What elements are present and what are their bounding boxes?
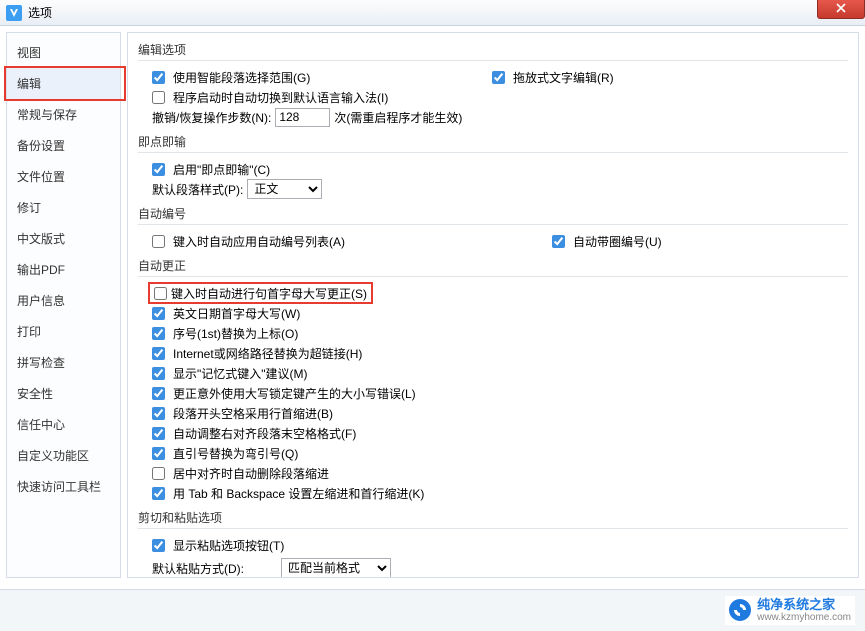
watermark-url: www.kzmyhome.com bbox=[757, 612, 851, 623]
sidebar-item-cjk[interactable]: 中文版式 bbox=[7, 223, 120, 254]
lbl-internet: Internet或网络路径替换为超链接(H) bbox=[173, 345, 362, 362]
lbl-drag-edit: 拖放式文字编辑(R) bbox=[513, 69, 614, 86]
group-edit-title: 编辑选项 bbox=[138, 41, 848, 61]
lbl-paste-btn: 显示粘贴选项按钮(T) bbox=[173, 537, 284, 554]
lbl-para-style: 默认段落样式(P): bbox=[152, 181, 243, 198]
group-paste-title: 剪切和粘贴选项 bbox=[138, 509, 848, 529]
sel-default-paste[interactable]: 匹配当前格式 bbox=[281, 558, 391, 578]
sidebar-item-revision[interactable]: 修订 bbox=[7, 192, 120, 223]
sidebar-item-spell[interactable]: 拼写检查 bbox=[7, 347, 120, 378]
lbl-center-del: 居中对齐时自动删除段落缩进 bbox=[173, 465, 329, 482]
sidebar-item-print[interactable]: 打印 bbox=[7, 316, 120, 347]
lbl-tab-bs: 用 Tab 和 Backspace 设置左缩进和首行缩进(K) bbox=[173, 485, 424, 502]
chk-auto-adjust[interactable] bbox=[152, 427, 165, 440]
lbl-undo-suffix: 次(需重启程序才能生效) bbox=[334, 109, 462, 126]
lbl-eng-date: 英文日期首字母大写(W) bbox=[173, 305, 300, 322]
titlebar: 选项 bbox=[0, 0, 865, 26]
watermark-logo-icon bbox=[729, 599, 751, 621]
lbl-undo: 撤销/恢复操作步数(N): bbox=[152, 109, 271, 126]
lbl-cap-first: 键入时自动进行句首字母大写更正(S) bbox=[171, 285, 367, 302]
chk-para-indent[interactable] bbox=[152, 407, 165, 420]
window-title: 选项 bbox=[28, 4, 52, 21]
lbl-capslock: 更正意外使用大写锁定键产生的大小写错误(L) bbox=[173, 385, 416, 402]
chk-cap-first[interactable] bbox=[154, 287, 167, 300]
lbl-circle-num: 自动带圈编号(U) bbox=[573, 233, 662, 250]
sidebar-item-trust[interactable]: 信任中心 bbox=[7, 409, 120, 440]
lbl-quotes: 直引号替换为弯引号(Q) bbox=[173, 445, 298, 462]
sidebar-item-ribbon[interactable]: 自定义功能区 bbox=[7, 440, 120, 471]
chk-center-del[interactable] bbox=[152, 467, 165, 480]
chk-tab-bs[interactable] bbox=[152, 487, 165, 500]
content-panel: 编辑选项 使用智能段落选择范围(G) 拖放式文字编辑(R) 程序启动时自动切换到… bbox=[127, 32, 859, 578]
sidebar-item-fileloc[interactable]: 文件位置 bbox=[7, 161, 120, 192]
lbl-default-paste: 默认粘贴方式(D): bbox=[152, 560, 277, 577]
lbl-para-indent: 段落开头空格采用行首缩进(B) bbox=[173, 405, 333, 422]
sidebar-item-backup[interactable]: 备份设置 bbox=[7, 130, 120, 161]
sidebar-item-user[interactable]: 用户信息 bbox=[7, 285, 120, 316]
lbl-smart-para: 使用智能段落选择范围(G) bbox=[173, 69, 310, 86]
chk-smart-para[interactable] bbox=[152, 71, 165, 84]
lbl-auto-adjust: 自动调整右对齐段落末空格格式(F) bbox=[173, 425, 356, 442]
chk-drag-edit[interactable] bbox=[492, 71, 505, 84]
sidebar: 视图 编辑 常规与保存 备份设置 文件位置 修订 中文版式 输出PDF 用户信息… bbox=[6, 32, 121, 578]
watermark: 纯净系统之家 www.kzmyhome.com bbox=[725, 596, 855, 625]
chk-circle-num[interactable] bbox=[552, 235, 565, 248]
main-area: 视图 编辑 常规与保存 备份设置 文件位置 修订 中文版式 输出PDF 用户信息… bbox=[0, 26, 865, 584]
app-icon bbox=[6, 5, 22, 21]
sidebar-item-qat[interactable]: 快速访问工具栏 bbox=[7, 471, 120, 502]
close-button[interactable] bbox=[817, 0, 865, 19]
lbl-memory: 显示"记忆式键入"建议(M) bbox=[173, 365, 308, 382]
sidebar-item-edit[interactable]: 编辑 bbox=[7, 68, 120, 99]
chk-ordinal[interactable] bbox=[152, 327, 165, 340]
highlight-cap-first: 键入时自动进行句首字母大写更正(S) bbox=[148, 282, 373, 304]
chk-memory[interactable] bbox=[152, 367, 165, 380]
sidebar-item-pdf[interactable]: 输出PDF bbox=[7, 254, 120, 285]
lbl-auto-num: 键入时自动应用自动编号列表(A) bbox=[173, 233, 345, 250]
group-click-title: 即点即输 bbox=[138, 133, 848, 153]
lbl-click-enable: 启用"即点即输"(C) bbox=[173, 161, 270, 178]
lbl-ordinal: 序号(1st)替换为上标(O) bbox=[173, 325, 298, 342]
chk-quotes[interactable] bbox=[152, 447, 165, 460]
chk-paste-btn[interactable] bbox=[152, 539, 165, 552]
chk-auto-ime[interactable] bbox=[152, 91, 165, 104]
sel-para-style[interactable]: 正文 bbox=[247, 179, 322, 199]
chk-internet[interactable] bbox=[152, 347, 165, 360]
sidebar-item-general[interactable]: 常规与保存 bbox=[7, 99, 120, 130]
lbl-auto-ime: 程序启动时自动切换到默认语言输入法(I) bbox=[173, 89, 388, 106]
chk-capslock[interactable] bbox=[152, 387, 165, 400]
chk-eng-date[interactable] bbox=[152, 307, 165, 320]
watermark-title: 纯净系统之家 bbox=[757, 598, 851, 612]
chk-auto-num[interactable] bbox=[152, 235, 165, 248]
group-numbering-title: 自动编号 bbox=[138, 205, 848, 225]
sidebar-item-view[interactable]: 视图 bbox=[7, 37, 120, 68]
sidebar-item-security[interactable]: 安全性 bbox=[7, 378, 120, 409]
group-autocorrect-title: 自动更正 bbox=[138, 257, 848, 277]
close-icon bbox=[836, 3, 846, 13]
input-undo-steps[interactable] bbox=[275, 108, 330, 127]
chk-click-enable[interactable] bbox=[152, 163, 165, 176]
